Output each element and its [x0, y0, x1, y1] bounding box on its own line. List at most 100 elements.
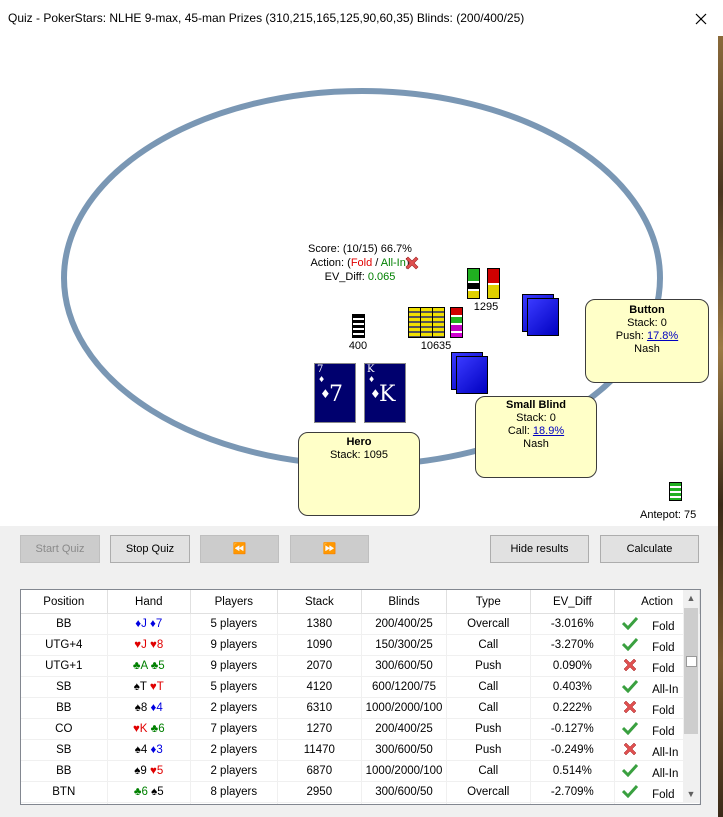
chip-stack-top-2 — [487, 268, 500, 299]
antepot-chips — [669, 482, 682, 501]
red-x-icon — [618, 658, 642, 675]
green-check-icon — [618, 679, 642, 696]
stop-quiz-button[interactable]: Stop Quiz — [110, 535, 190, 563]
close-icon — [695, 13, 707, 25]
table-row[interactable]: UTG+1 ♣A ♣5 9 players 2070 300/600/50 Push 0.0… — [21, 655, 700, 677]
cell-blinds: 600/1200/75 — [361, 802, 447, 804]
cell-ev-diff: -0.127% — [530, 718, 616, 740]
cell-type: Call — [446, 697, 531, 719]
hand-card: ♠9 — [134, 765, 147, 777]
column-header-type[interactable]: Type — [446, 590, 531, 614]
cell-blinds: 300/600/50 — [361, 655, 447, 677]
column-header-hand[interactable]: Hand — [107, 590, 192, 614]
button-stack: Stack: 0 — [627, 317, 667, 329]
cell-players: 9 players — [190, 634, 278, 656]
column-header-stack[interactable]: Stack — [277, 590, 363, 614]
button-push-pct-link[interactable]: 17.8% — [647, 330, 678, 342]
score-line: Score: (10/15) 66.7% — [308, 243, 412, 255]
scroll-down-arrow-icon[interactable]: ▼ — [683, 786, 699, 802]
column-header-position[interactable]: Position — [21, 590, 108, 614]
chips-left-label: 400 — [348, 340, 368, 352]
small-blind-info-box: Small Blind Stack: 0 Call: 18.9% Nash — [475, 396, 597, 478]
cell-blinds: 200/400/25 — [361, 613, 447, 635]
cell-ev-diff: -2.709% — [530, 781, 616, 803]
cell-blinds: 300/600/50 — [361, 781, 447, 803]
hand-card: ♣6 — [133, 786, 148, 798]
scroll-up-arrow-icon[interactable]: ▲ — [683, 590, 699, 606]
small-blind-call-pct-link[interactable]: 18.9% — [533, 425, 564, 437]
red-x-icon — [618, 700, 642, 717]
cell-blinds: 300/600/50 — [361, 739, 447, 761]
poker-table-area: Score: (10/15) 66.7% Action: (Fold / All… — [0, 36, 718, 526]
button-info-box: Button Stack: 0 Push: 17.8% Nash — [585, 299, 709, 383]
green-check-icon — [618, 721, 642, 738]
hide-results-button[interactable]: Hide results — [490, 535, 589, 563]
small-blind-strategy: Nash — [523, 438, 549, 450]
cell-type: Overcall — [446, 613, 531, 635]
hand-card: ♥8 — [150, 639, 164, 651]
cell-type: Call — [446, 676, 531, 698]
cell-stack: 2950 — [277, 781, 363, 803]
cell-blinds: 1000/2000/100 — [361, 760, 447, 782]
table-row[interactable]: BB ♠8 ♦4 2 players 6310 1000/2000/100 Call 0.2… — [21, 697, 700, 719]
scrollbar-thumb[interactable] — [684, 608, 698, 734]
hand-card: ♥K — [132, 723, 148, 735]
hand-card: ♦7 — [150, 618, 163, 630]
green-check-icon — [618, 805, 642, 806]
window-title: Quiz - PokerStars: NLHE 9-max, 45-man Pr… — [8, 11, 525, 25]
hand-card: ♦J — [135, 618, 147, 630]
chip-stack-center-3 — [432, 307, 445, 338]
table-row[interactable]: SB♠9 ♠42 players3660600/1200/75Push0.308… — [21, 802, 700, 806]
table-row[interactable]: SB ♠4 ♦3 2 players 11470 300/600/50 Push -0.24… — [21, 739, 700, 761]
cell-type: Call — [446, 634, 531, 656]
button-strategy: Nash — [634, 343, 660, 355]
green-check-icon — [618, 637, 642, 654]
cell-position: UTG+1 — [21, 655, 108, 677]
cell-ev-diff: -3.016% — [530, 613, 616, 635]
background-edge — [718, 36, 723, 817]
results-scrollbar[interactable]: ▲ ▼ — [683, 590, 699, 802]
column-header-players[interactable]: Players — [190, 590, 278, 614]
chip-stack-top-1 — [467, 268, 480, 299]
table-row[interactable]: SB ♠T ♥T 5 players 4120 600/1200/75 Call 0.403… — [21, 676, 700, 698]
table-row[interactable]: BTN ♣6 ♠5 8 players 2950 300/600/50 Overcall -… — [21, 781, 700, 803]
hand-card: ♣5 — [150, 660, 165, 672]
column-header-ev-diff[interactable]: EV_Diff — [530, 590, 616, 614]
chips-top-label: 1295 — [473, 301, 499, 313]
cell-position: CO — [21, 718, 108, 740]
cell-blinds: 1000/2000/100 — [361, 697, 447, 719]
results-table[interactable]: Position Hand Players Stack Blinds Type … — [20, 589, 701, 805]
rewind-icon: ⏪ — [232, 543, 247, 555]
cell-hand: ♦J ♦7 — [107, 613, 192, 635]
calculate-button[interactable]: Calculate — [600, 535, 699, 563]
cell-ev-diff: 0.514% — [530, 760, 616, 782]
hero-name: Hero — [346, 436, 372, 448]
close-button[interactable] — [688, 6, 714, 32]
cell-players: 2 players — [190, 739, 278, 761]
table-row[interactable]: UTG+4 ♥J ♥8 9 players 1090 150/300/25 Call -3.… — [21, 634, 700, 656]
next-button[interactable]: ⏩ — [290, 535, 369, 563]
previous-button[interactable]: ⏪ — [200, 535, 279, 563]
green-check-icon — [618, 616, 642, 633]
antepot-label: Antepot: 75 — [640, 509, 697, 521]
scroll-marker — [686, 656, 697, 667]
action-allin: All-In — [380, 257, 406, 269]
cell-stack: 1090 — [277, 634, 363, 656]
cell-players: 8 players — [190, 781, 278, 803]
cell-position: SB — [21, 802, 108, 804]
cell-position: BB — [21, 697, 108, 719]
cell-position: SB — [21, 739, 108, 761]
table-row[interactable]: BB ♦J ♦7 5 players 1380 200/400/25 Overcall -3… — [21, 613, 700, 635]
action-fold: Fold — [350, 257, 373, 269]
table-row[interactable]: CO ♥K ♣6 7 players 1270 200/400/25 Push -0.127… — [21, 718, 700, 740]
green-check-icon — [618, 763, 642, 780]
hand-card: ♣6 — [150, 723, 165, 735]
start-quiz-button[interactable]: Start Quiz — [20, 535, 100, 563]
cell-ev-diff: -0.249% — [530, 739, 616, 761]
hand-card: ♠8 — [134, 702, 148, 714]
table-row[interactable]: BB ♠9 ♥5 2 players 6870 1000/2000/100 Call 0.5… — [21, 760, 700, 782]
cell-blinds: 200/400/25 — [361, 718, 447, 740]
column-header-blinds[interactable]: Blinds — [361, 590, 447, 614]
title-bar: Quiz - PokerStars: NLHE 9-max, 45-man Pr… — [0, 0, 723, 36]
chip-stack-center-4 — [450, 307, 463, 338]
